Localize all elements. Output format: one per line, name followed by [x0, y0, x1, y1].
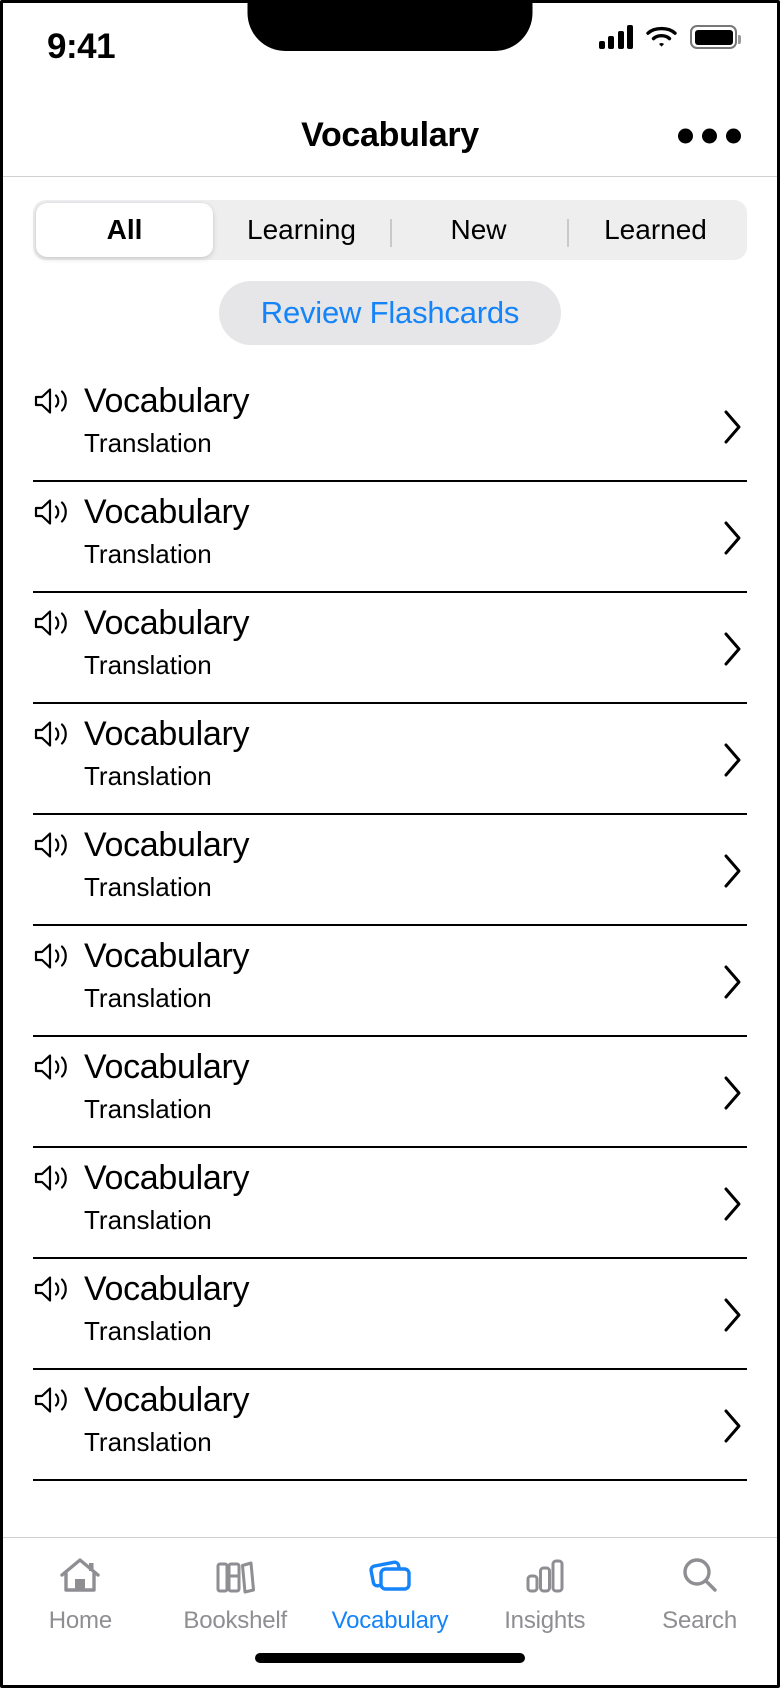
tab-label-vocabulary: Vocabulary — [331, 1607, 449, 1634]
wifi-icon — [646, 26, 677, 47]
speaker-icon[interactable] — [33, 829, 71, 861]
tab-vocabulary[interactable]: Vocabulary — [313, 1554, 468, 1635]
status-indicators — [598, 25, 741, 49]
chevron-right-icon[interactable] — [723, 964, 743, 1000]
tab-label-bookshelf: Bookshelf — [183, 1607, 287, 1634]
speaker-icon[interactable] — [33, 1273, 71, 1305]
speaker-icon[interactable] — [33, 496, 71, 528]
vocabulary-translation: Translation — [84, 1094, 212, 1124]
cellular-signal-icon — [598, 25, 633, 49]
vocabulary-row[interactable]: Vocabulary Translation — [33, 482, 747, 593]
bookshelf-icon — [213, 1554, 257, 1598]
chevron-right-icon[interactable] — [723, 631, 743, 667]
tab-insights[interactable]: Insights — [467, 1554, 622, 1635]
chevron-right-icon[interactable] — [723, 520, 743, 556]
segment-learned[interactable]: Learned — [567, 203, 744, 257]
vocabulary-word: Vocabulary — [84, 1381, 250, 1419]
vocabulary-row[interactable]: Vocabulary Translation — [33, 371, 747, 482]
bar-chart-icon — [523, 1554, 567, 1598]
vocabulary-word: Vocabulary — [84, 1270, 250, 1308]
vocabulary-word: Vocabulary — [84, 493, 250, 531]
vocabulary-translation: Translation — [84, 1316, 212, 1346]
vocabulary-row[interactable]: Vocabulary Translation — [33, 704, 747, 815]
speaker-icon[interactable] — [33, 1162, 71, 1194]
vocabulary-row[interactable]: Vocabulary Translation — [33, 1148, 747, 1259]
home-indicator — [255, 1653, 525, 1663]
vocabulary-translation: Translation — [84, 872, 212, 902]
vocabulary-word: Vocabulary — [84, 604, 250, 642]
home-icon — [58, 1554, 102, 1598]
device-notch — [247, 3, 533, 51]
chevron-right-icon[interactable] — [723, 853, 743, 889]
vocabulary-translation: Translation — [84, 650, 212, 680]
search-icon — [678, 1554, 722, 1598]
vocabulary-word: Vocabulary — [84, 382, 250, 420]
segment-learning[interactable]: Learning — [213, 203, 390, 257]
vocabulary-word: Vocabulary — [84, 937, 250, 975]
speaker-icon[interactable] — [33, 1384, 71, 1416]
chevron-right-icon[interactable] — [723, 1408, 743, 1444]
tab-home[interactable]: Home — [3, 1554, 158, 1635]
vocabulary-row[interactable]: Vocabulary Translation — [33, 1370, 747, 1481]
review-row: Review Flashcards — [3, 260, 777, 345]
speaker-icon[interactable] — [33, 940, 71, 972]
vocabulary-row[interactable]: Vocabulary Translation — [33, 1259, 747, 1370]
vocabulary-row[interactable]: Vocabulary Translation — [33, 926, 747, 1037]
vocabulary-row[interactable]: Vocabulary Translation — [33, 815, 747, 926]
review-flashcards-button[interactable]: Review Flashcards — [218, 281, 562, 345]
chevron-right-icon[interactable] — [723, 1186, 743, 1222]
speaker-icon[interactable] — [33, 1051, 71, 1083]
flashcards-icon — [366, 1554, 414, 1598]
tab-label-home: Home — [48, 1607, 113, 1634]
tab-search[interactable]: Search — [622, 1554, 777, 1635]
chevron-right-icon[interactable] — [723, 742, 743, 778]
more-options-icon[interactable] — [678, 128, 741, 143]
chevron-right-icon[interactable] — [723, 409, 743, 445]
speaker-icon[interactable] — [33, 718, 71, 750]
tab-label-insights: Insights — [504, 1607, 586, 1634]
vocabulary-translation: Translation — [84, 761, 212, 791]
vocabulary-translation: Translation — [84, 428, 212, 458]
vocabulary-word: Vocabulary — [84, 1159, 250, 1197]
tab-label-search: Search — [662, 1607, 737, 1634]
vocabulary-translation: Translation — [84, 1427, 212, 1457]
vocabulary-word: Vocabulary — [84, 715, 250, 753]
speaker-icon[interactable] — [33, 607, 71, 639]
segment-all[interactable]: All — [36, 203, 213, 257]
vocabulary-translation: Translation — [84, 983, 212, 1013]
segmented-control[interactable]: All Learning New Learned — [33, 200, 747, 260]
filter-bar: All Learning New Learned — [3, 177, 777, 260]
vocabulary-row[interactable]: Vocabulary Translation — [33, 593, 747, 704]
vocabulary-word: Vocabulary — [84, 1048, 250, 1086]
vocabulary-translation: Translation — [84, 539, 212, 569]
phone-screen: 9:41 Vocabulary All Learning New Learned — [0, 0, 780, 1688]
vocabulary-word: Vocabulary — [84, 826, 250, 864]
row-separator — [33, 1478, 747, 1481]
segment-new[interactable]: New — [390, 203, 567, 257]
chevron-right-icon[interactable] — [723, 1297, 743, 1333]
nav-bar: Vocabulary — [3, 95, 777, 177]
status-time: 9:41 — [47, 27, 116, 66]
tab-bookshelf[interactable]: Bookshelf — [158, 1554, 313, 1635]
speaker-icon[interactable] — [33, 385, 71, 417]
vocabulary-row[interactable]: Vocabulary Translation — [33, 1037, 747, 1148]
status-bar: 9:41 — [3, 3, 777, 95]
vocabulary-translation: Translation — [84, 1205, 212, 1235]
battery-icon — [690, 25, 741, 49]
vocabulary-list: Vocabulary Translation Vocabulary Translati… — [3, 371, 777, 1481]
page-title: Vocabulary — [301, 116, 479, 154]
chevron-right-icon[interactable] — [723, 1075, 743, 1111]
